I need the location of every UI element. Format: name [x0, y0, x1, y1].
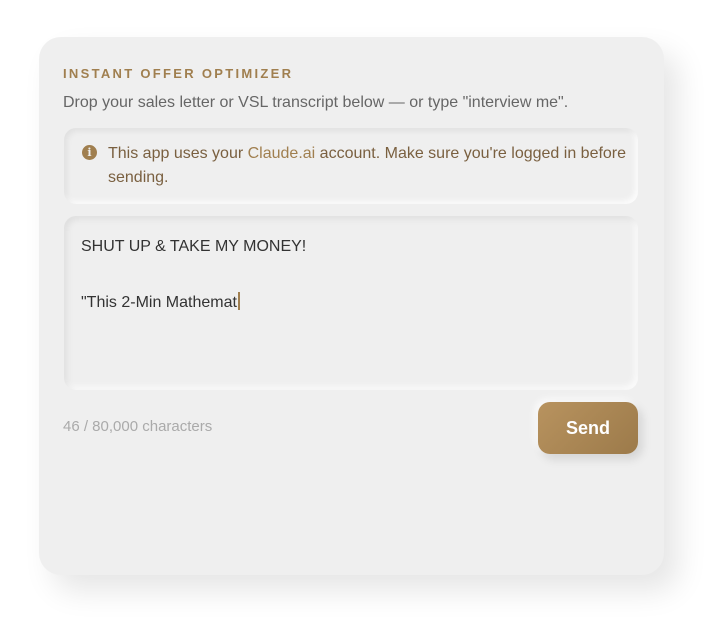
app-subtitle: Drop your sales letter or VSL transcript… [63, 94, 569, 111]
offer-optimizer-card: INSTANT OFFER OPTIMIZER Drop your sales … [39, 37, 664, 575]
account-notice: i This app uses your Claude.ai account. … [64, 128, 638, 204]
sales-letter-input[interactable]: SHUT UP & TAKE MY MONEY! "This 2-Min Mat… [64, 216, 638, 390]
character-count: 46 / 80,000 characters [63, 418, 213, 435]
app-title: INSTANT OFFER OPTIMIZER [63, 66, 294, 81]
notice-text: This app uses your Claude.ai account. Ma… [108, 142, 628, 190]
claude-ai-link[interactable]: Claude.ai [248, 145, 316, 162]
sales-letter-text: SHUT UP & TAKE MY MONEY! "This 2-Min Mat… [81, 238, 307, 311]
info-icon: i [82, 145, 97, 160]
notice-text-before: This app uses your [108, 145, 248, 162]
text-caret [237, 292, 240, 310]
send-button[interactable]: Send [538, 402, 638, 454]
